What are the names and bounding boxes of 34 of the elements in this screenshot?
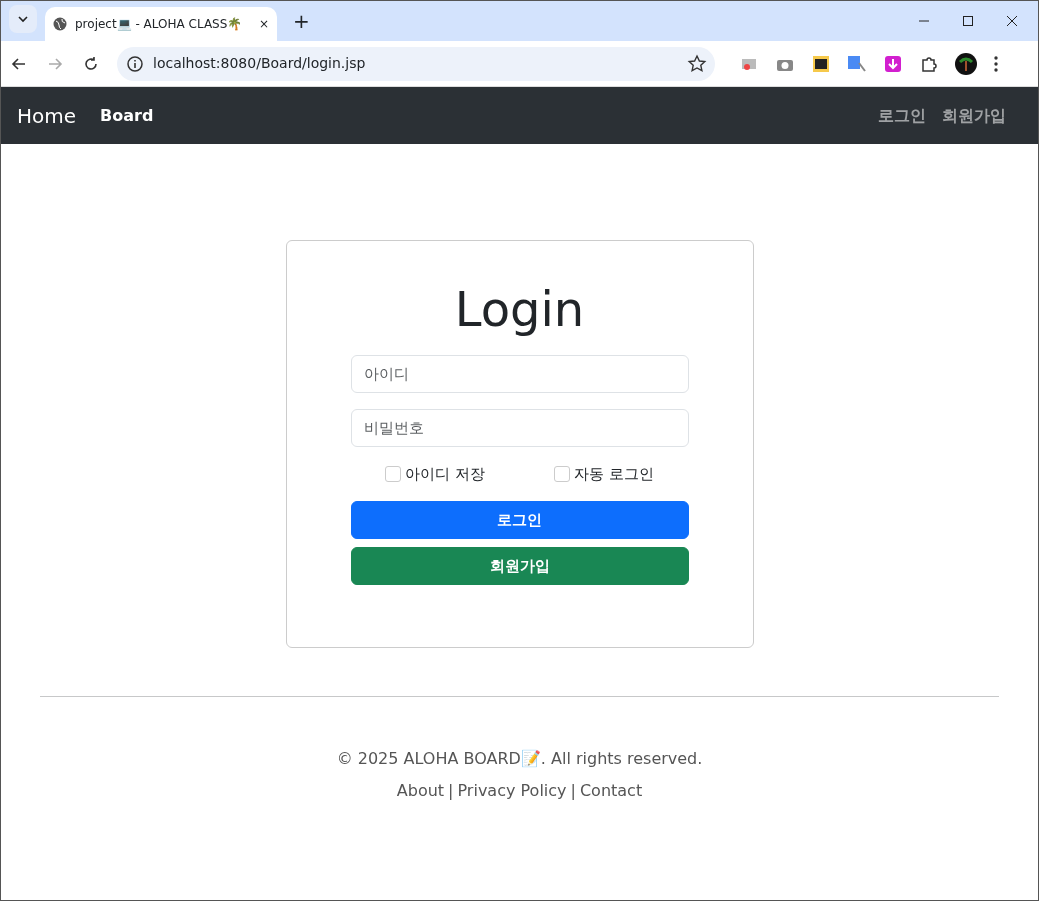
nav-link[interactable]: 로그인 bbox=[878, 103, 926, 128]
panel-icon[interactable] bbox=[811, 53, 831, 74]
checkbox[interactable] bbox=[385, 465, 402, 482]
checkbox-label: 자동 로그인 bbox=[574, 463, 654, 485]
login-title: Login bbox=[453, 281, 586, 339]
menu-icon[interactable] bbox=[993, 53, 999, 74]
username-field[interactable]: 아이디 bbox=[350, 354, 689, 393]
address-bar[interactable]: localhost:8080/Board/login.jsp bbox=[117, 46, 715, 81]
footer-link[interactable]: Privacy Policy bbox=[457, 779, 567, 804]
checkbox-label: 아이디 저장 bbox=[405, 463, 485, 485]
checkbox[interactable] bbox=[554, 465, 571, 482]
separator-text: | bbox=[448, 780, 454, 803]
avatar-icon[interactable] bbox=[955, 52, 977, 75]
download-icon[interactable] bbox=[883, 53, 903, 74]
tab-title: project💻 - ALOHA CLASS🌴 bbox=[75, 16, 244, 33]
nav-link[interactable]: 회원가입 bbox=[942, 103, 1006, 128]
separator-text: | bbox=[570, 780, 576, 803]
password-field[interactable]: 비밀번호 bbox=[350, 408, 689, 447]
footer-link[interactable]: Contact bbox=[579, 779, 643, 804]
login-button[interactable]: 로그인 bbox=[350, 501, 689, 540]
globe-icon bbox=[53, 17, 67, 31]
nav-link[interactable]: Board bbox=[100, 103, 154, 128]
url-text: localhost:8080/Board/login.jsp bbox=[153, 54, 367, 73]
footer-link[interactable]: About bbox=[396, 779, 445, 804]
home-link[interactable]: Home bbox=[17, 100, 77, 131]
star-icon[interactable] bbox=[687, 53, 707, 74]
chevron-down-icon bbox=[17, 15, 29, 23]
signup-button[interactable]: 회원가입 bbox=[350, 547, 689, 586]
tab-list-button[interactable] bbox=[9, 5, 37, 33]
browser-tab[interactable]: project💻 - ALOHA CLASS🌴 × bbox=[45, 7, 277, 41]
copyright-text: © 2025 ALOHA BOARD📝. All rights reserved. bbox=[335, 748, 704, 771]
new-tab-button[interactable]: + bbox=[285, 6, 318, 36]
close-tab-button[interactable]: × bbox=[258, 15, 269, 33]
info-icon bbox=[125, 53, 145, 74]
